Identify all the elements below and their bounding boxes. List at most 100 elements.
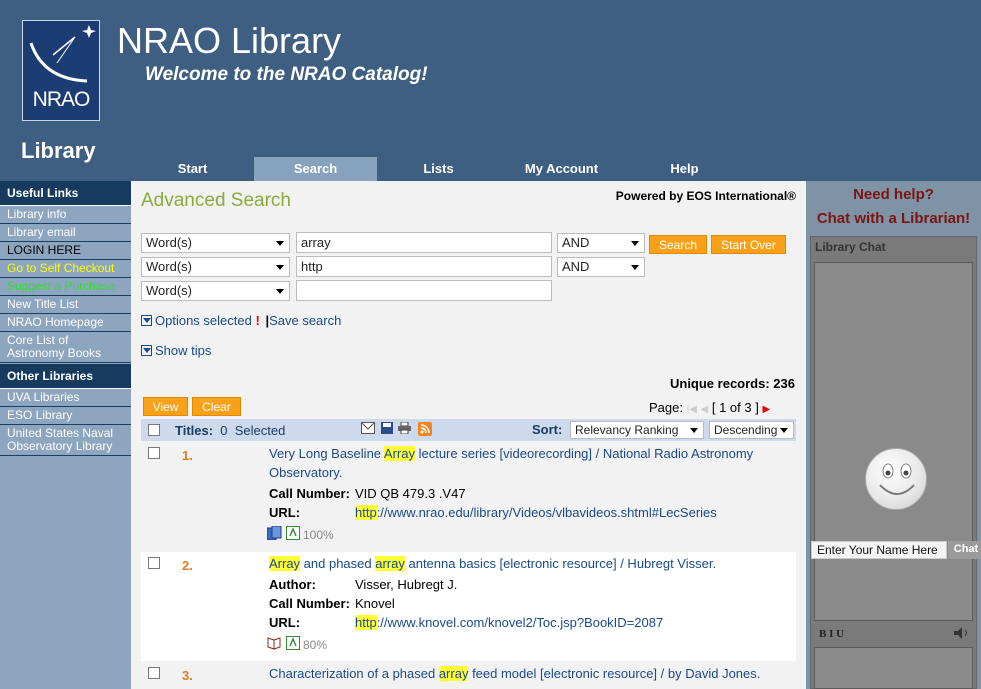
author-value: Visser, Hubregt J.: [355, 577, 458, 592]
chevron-down-icon: [690, 428, 698, 433]
call-number-label: Call Number:: [269, 596, 350, 611]
field-select-3[interactable]: Word(s): [141, 281, 290, 301]
sidebar-item-library-info[interactable]: Library info: [0, 206, 131, 224]
operator-select-2[interactable]: AND: [557, 257, 645, 277]
result-url[interactable]: http://www.knovel.com/knovel2/Toc.jsp?Bo…: [355, 615, 663, 630]
result-title[interactable]: Array and phased array antenna basics [e…: [269, 554, 779, 573]
relevance-percent: 100%: [303, 528, 334, 542]
print-icon[interactable]: [398, 422, 411, 434]
tab-my-account[interactable]: My Account: [500, 157, 623, 181]
unique-records-count: 236: [773, 376, 795, 391]
sort-select-value: Relevancy Ranking: [575, 423, 679, 437]
sidebar-item-nrao-homepage[interactable]: NRAO Homepage: [0, 314, 131, 332]
logo-text: NRAO: [32, 88, 91, 111]
chat-name-input[interactable]: Enter Your Name Here: [811, 541, 947, 559]
chevron-down-icon: [780, 428, 788, 433]
sidebar-item-eso[interactable]: ESO Library: [0, 407, 131, 425]
expand-icon[interactable]: [141, 315, 152, 326]
save-search-link[interactable]: Save search: [269, 313, 341, 328]
search-input-1[interactable]: array: [296, 232, 552, 253]
list-item: 3. Characterization of a phased array fe…: [141, 662, 796, 689]
select-all-checkbox[interactable]: [148, 424, 160, 436]
result-checkbox[interactable]: [148, 667, 160, 679]
rss-icon[interactable]: [418, 422, 432, 436]
tab-help[interactable]: Help: [623, 157, 746, 181]
result-title[interactable]: Characterization of a phased array feed …: [269, 664, 779, 683]
chat-widget-title: Library Chat: [815, 240, 886, 254]
titles-label: Titles:: [175, 423, 214, 438]
clear-button[interactable]: Clear: [192, 397, 241, 416]
prev-page-icon[interactable]: ◀: [701, 404, 709, 415]
email-icon[interactable]: [361, 422, 375, 434]
sidebar-item-core-list[interactable]: Core List of Astronomy Books: [0, 332, 131, 363]
result-checkbox[interactable]: [148, 447, 160, 459]
sidebar-item-new-title-list[interactable]: New Title List: [0, 296, 131, 314]
tab-search[interactable]: Search: [254, 157, 377, 181]
sidebar-item-login[interactable]: LOGIN HERE: [0, 242, 131, 260]
view-button[interactable]: View: [143, 397, 188, 416]
order-select-value: Descending: [714, 423, 778, 437]
url-label: URL:: [269, 505, 301, 520]
tips-row: Show tips: [141, 343, 211, 358]
search-input-2[interactable]: http: [296, 256, 552, 277]
result-url[interactable]: http://www.nrao.edu/library/Videos/vlbav…: [355, 505, 717, 520]
sidebar-item-library-email[interactable]: Library email: [0, 224, 131, 242]
chat-with-librarian-heading: Chat with a Librarian!: [816, 210, 971, 227]
title-highlight: Array: [269, 556, 301, 571]
options-row: Options selected ! |Save search: [141, 313, 341, 328]
book-format-icon: [267, 637, 281, 650]
page-info: [ 1 of 3 ]: [711, 400, 759, 415]
title-text: Very Long Baseline: [269, 446, 384, 461]
chat-message-input[interactable]: [814, 647, 973, 689]
save-icon[interactable]: [381, 422, 393, 434]
useful-links-heading: Useful Links: [0, 181, 131, 206]
result-title[interactable]: Very Long Baseline Array lecture series …: [269, 444, 779, 482]
url-label: URL:: [269, 615, 301, 630]
sidebar-item-suggest-purchase[interactable]: Suggest a Purchase: [0, 278, 131, 296]
call-number-value: Knovel: [355, 596, 395, 611]
operator-select-2-value: AND: [562, 259, 590, 274]
left-sidebar: Useful Links Library info Library email …: [0, 181, 131, 689]
nrao-logo[interactable]: NRAO: [22, 20, 100, 121]
need-help-heading: Need help?: [853, 186, 934, 203]
search-input-3[interactable]: [296, 280, 552, 301]
relevance-icon: [286, 526, 300, 540]
search-button[interactable]: Search: [649, 235, 707, 254]
result-number: 3.: [182, 668, 193, 683]
results-toolbar: Titles: 0 Selected Sort: Relevancy Ranki…: [141, 419, 796, 441]
list-item: 2. Array and phased array antenna basics…: [141, 552, 796, 661]
chat-format-bar[interactable]: B I U: [819, 628, 844, 640]
field-select-2[interactable]: Word(s): [141, 257, 290, 277]
expand-icon[interactable]: [141, 345, 152, 356]
options-selected-link[interactable]: Options selected: [155, 313, 252, 328]
sidebar-item-uva[interactable]: UVA Libraries: [0, 389, 131, 407]
first-page-icon[interactable]: |◀: [687, 404, 697, 415]
sound-icon[interactable]: [953, 626, 971, 640]
video-format-icon: [267, 526, 282, 540]
unique-records: Unique records: 236: [670, 376, 795, 391]
other-libraries-heading: Other Libraries: [0, 364, 131, 389]
main-content: Advanced Search Powered by EOS Internati…: [131, 181, 806, 689]
relevance-percent: 80%: [303, 638, 328, 652]
chat-button[interactable]: Chat: [948, 541, 981, 559]
result-checkbox[interactable]: [148, 557, 160, 569]
url-text: ://www.knovel.com/knovel2/Toc.jsp?BookID…: [376, 615, 664, 630]
field-select-1[interactable]: Word(s): [141, 233, 290, 253]
order-select[interactable]: Descending: [709, 421, 794, 439]
chevron-down-icon: [631, 265, 639, 270]
next-page-icon[interactable]: ▶: [762, 404, 770, 415]
url-text: ://www.nrao.edu/library/Videos/vlbavideo…: [376, 505, 717, 520]
operator-select-1[interactable]: AND: [557, 233, 645, 253]
page-title: Advanced Search: [141, 190, 291, 211]
sidebar-item-usno[interactable]: United States Naval Observatory Library: [0, 425, 131, 456]
sidebar-item-self-checkout[interactable]: Go to Self Checkout: [0, 260, 131, 278]
title-text: feed model [electronic resource] / by Da…: [468, 666, 761, 681]
field-select-1-value: Word(s): [146, 235, 192, 250]
chevron-down-icon: [276, 241, 284, 246]
tab-start[interactable]: Start: [131, 157, 254, 181]
sort-label: Sort:: [532, 422, 563, 437]
sort-select[interactable]: Relevancy Ranking: [570, 421, 704, 439]
tab-lists[interactable]: Lists: [377, 157, 500, 181]
start-over-button[interactable]: Start Over: [711, 235, 786, 254]
show-tips-link[interactable]: Show tips: [155, 343, 211, 358]
